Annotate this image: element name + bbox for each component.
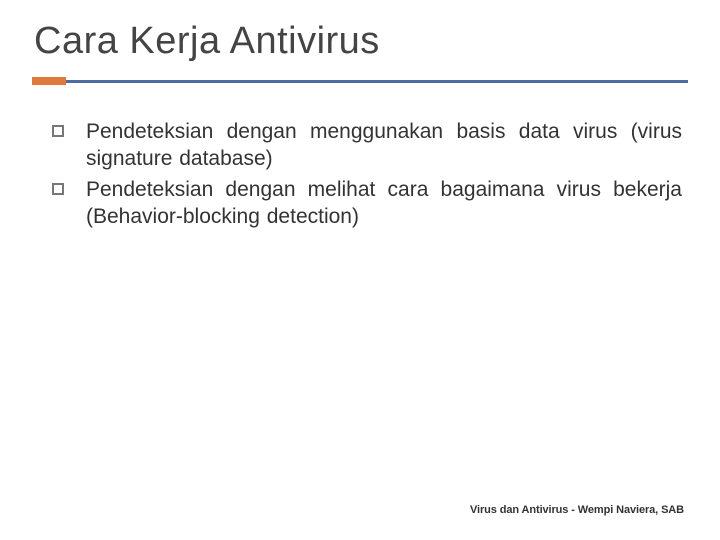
square-bullet-icon: [52, 183, 64, 195]
slide-footer: Virus dan Antivirus - Wempi Naviera, SAB: [470, 504, 684, 516]
title-rule: [32, 77, 688, 85]
list-item: Pendeteksian dengan melihat cara bagaima…: [52, 177, 682, 231]
slide: Cara Kerja Antivirus Pendeteksian dengan…: [0, 0, 720, 540]
slide-body: Pendeteksian dengan menggunakan basis da…: [32, 119, 688, 235]
square-bullet-icon: [52, 125, 64, 137]
bullet-text: Pendeteksian dengan melihat cara bagaima…: [86, 177, 682, 231]
rule-accent: [32, 77, 66, 85]
bullet-text: Pendeteksian dengan menggunakan basis da…: [86, 119, 682, 173]
rule-line: [32, 80, 688, 83]
list-item: Pendeteksian dengan menggunakan basis da…: [52, 119, 682, 173]
slide-title: Cara Kerja Antivirus: [32, 20, 688, 63]
